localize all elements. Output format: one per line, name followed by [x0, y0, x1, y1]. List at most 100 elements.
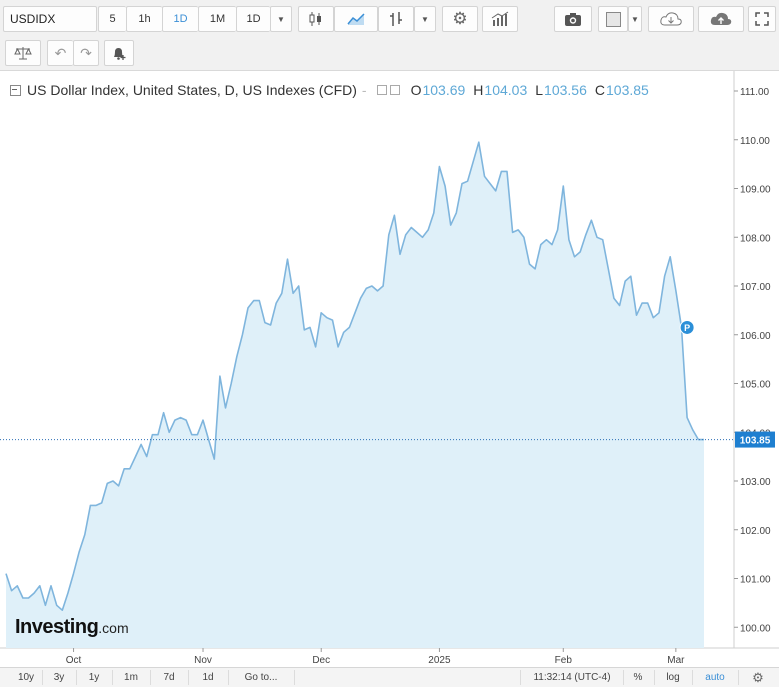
y-tick-label: 101.00 [740, 575, 771, 586]
y-tick-label: 106.00 [740, 331, 771, 342]
interval-1m-button[interactable]: 1M [198, 6, 236, 32]
symbol-input[interactable]: USDIDX [3, 6, 97, 32]
candles-style-button[interactable] [298, 6, 334, 32]
screenshot-button[interactable] [554, 6, 592, 32]
percent-toggle[interactable]: % [622, 670, 655, 685]
interval-1d-button[interactable]: 1D [162, 6, 198, 32]
close-value: 103.85 [606, 82, 649, 98]
x-tick-label: Oct [66, 655, 82, 666]
series-settings-icon[interactable] [389, 85, 400, 95]
y-tick-label: 111.00 [740, 87, 770, 98]
x-axis: Oct Nov Dec 2025 Feb Mar [66, 648, 685, 666]
save-layout-button[interactable] [698, 6, 744, 32]
style-dropdown-button[interactable]: ▼ [414, 6, 436, 32]
goto-button[interactable]: Go to... [228, 670, 295, 685]
x-tick-label: 2025 [428, 655, 451, 666]
event-marker-label: P [684, 323, 690, 333]
x-tick-label: Feb [555, 655, 573, 666]
range-7d-label: 7d [163, 672, 175, 683]
range-1d-button[interactable]: 1d [188, 670, 229, 685]
open-value: 103.69 [422, 82, 466, 98]
interval-1h-button[interactable]: 1h [126, 6, 162, 32]
settings-button[interactable]: ⚙ [442, 6, 478, 32]
range-3y-label: 3y [53, 672, 65, 683]
bars-icon [390, 12, 402, 26]
undo-button[interactable]: ↶ [47, 40, 73, 66]
price-area-fill [6, 142, 704, 648]
y-tick-label: 107.00 [740, 282, 771, 293]
y-tick-label: 100.00 [740, 623, 771, 634]
square-icon [605, 11, 621, 27]
bell-plus-icon [114, 48, 126, 60]
compare-button[interactable] [598, 6, 628, 32]
cloud-upload-icon [710, 12, 732, 25]
range-10y-label: 10y [17, 672, 35, 683]
bottom-toolbar: 10y 3y 1y 1m 7d 1d Go to... 11:32:14 (UT… [0, 667, 779, 687]
scales-icon [14, 47, 32, 60]
x-tick-label: Dec [312, 655, 330, 666]
range-1y-button[interactable]: 1y [76, 670, 113, 685]
legend-collapse-icon[interactable] [10, 84, 21, 96]
interval-custom-button[interactable]: 1D [236, 6, 270, 32]
symbol-label: USDIDX [10, 12, 56, 26]
legend-title: US Dollar Index, United States, D, US In… [27, 82, 357, 98]
percent-label: % [633, 672, 643, 683]
clock-display: 11:32:14 (UTC-4) [520, 670, 624, 685]
range-1d-label: 1d [202, 672, 214, 683]
auto-label: auto [705, 672, 725, 683]
range-10y-button[interactable]: 10y [10, 670, 43, 685]
load-layout-button[interactable] [648, 6, 694, 32]
hide-series-icon[interactable] [376, 85, 387, 95]
interval-custom-label: 1D [246, 13, 261, 25]
range-1y-label: 1y [88, 672, 100, 683]
alert-button[interactable] [104, 40, 134, 66]
watermark-suffix: .com [98, 620, 129, 636]
open-key: O [410, 82, 422, 98]
auto-toggle[interactable]: auto [692, 670, 739, 685]
interval-1m-label: 1M [209, 13, 226, 25]
chart-legend: US Dollar Index, United States, D, US In… [10, 82, 649, 98]
goto-label: Go to... [244, 672, 278, 683]
bar-style-button[interactable] [378, 6, 414, 32]
gear-icon: ⚙ [752, 669, 764, 685]
redo-button[interactable]: ↷ [73, 40, 99, 66]
range-1m-label: 1m [124, 672, 138, 683]
y-tick-label: 108.00 [740, 233, 771, 244]
indicators-button[interactable] [482, 6, 518, 32]
legend-dash: - [361, 82, 367, 98]
fullscreen-button[interactable] [748, 6, 776, 32]
compare-dropdown-button[interactable]: ▼ [628, 6, 642, 32]
chart-settings-button[interactable]: ⚙ [740, 670, 776, 685]
undo-icon: ↶ [54, 44, 67, 61]
interval-dropdown-button[interactable]: ▼ [270, 6, 292, 32]
area-style-button[interactable] [334, 6, 378, 32]
x-tick-label: Nov [194, 655, 212, 666]
redo-icon: ↷ [80, 44, 92, 61]
y-tick-label: 103.00 [740, 477, 771, 488]
price-chart[interactable]: 111.00 110.00 109.00 108.00 107.00 106.00 105.… [0, 71, 779, 668]
range-1m-button[interactable]: 1m [112, 670, 151, 685]
interval-1h-label: 1h [138, 13, 151, 25]
low-key: L [535, 82, 544, 98]
gear-icon: ⚙ [452, 9, 468, 28]
watermark-logo: Investing.com [15, 616, 129, 639]
interval-5-button[interactable]: 5 [98, 6, 126, 32]
candlestick-icon [309, 12, 321, 26]
indicators-icon [491, 11, 509, 26]
range-7d-button[interactable]: 7d [150, 670, 189, 685]
chevron-down-icon: ▼ [421, 14, 429, 24]
area-chart-icon [347, 13, 365, 25]
y-tick-label: 110.00 [740, 136, 770, 147]
log-toggle[interactable]: log [654, 670, 693, 685]
cloud-download-icon [660, 12, 682, 26]
low-value: 103.56 [544, 82, 587, 98]
range-3y-button[interactable]: 3y [42, 670, 77, 685]
high-key: H [473, 82, 484, 98]
chevron-down-icon: ▼ [631, 14, 639, 24]
high-value: 104.03 [484, 82, 528, 98]
compare-scales-button[interactable] [5, 40, 41, 66]
interval-5-label: 5 [109, 13, 116, 25]
chart-panel[interactable]: 111.00 110.00 109.00 108.00 107.00 106.00 105.… [0, 70, 779, 668]
interval-1d-label: 1D [173, 13, 188, 25]
toolbar: USDIDX 5 1h 1D 1M 1D ▼ ▼ ⚙ ▼ ↶ ↷ [0, 0, 779, 70]
